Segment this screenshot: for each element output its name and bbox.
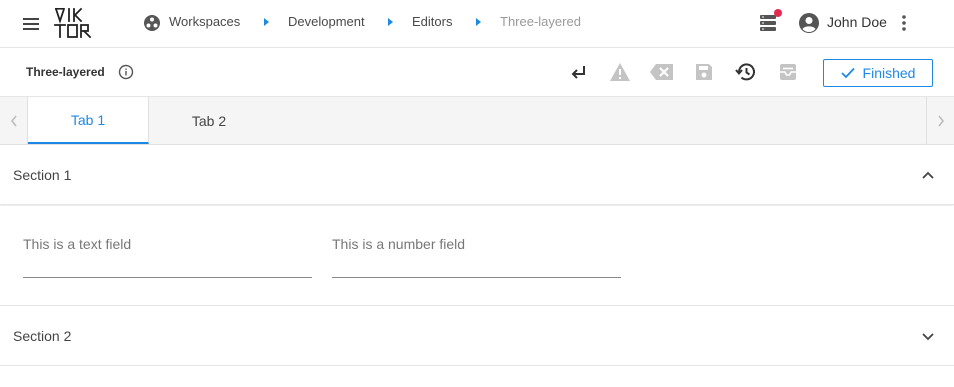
breadcrumb-separator-icon (388, 18, 393, 26)
section-2-header[interactable]: Section 2 (0, 306, 954, 366)
more-vert-icon[interactable] (896, 13, 912, 33)
menu-icon[interactable] (21, 14, 41, 34)
check-icon (840, 67, 855, 79)
chevron-down-icon (922, 333, 934, 341)
return-icon (571, 66, 585, 79)
tab-1-label: Tab 1 (70, 111, 106, 128)
tab-2[interactable]: Tab 2 (149, 97, 269, 144)
warnings-button[interactable] (607, 60, 633, 84)
save-icon (696, 64, 712, 80)
discard-button[interactable] (649, 60, 675, 84)
viktor-logo[interactable] (54, 7, 96, 39)
breadcrumb-separator-icon (476, 18, 481, 26)
section-1-title: Section 1 (13, 167, 72, 183)
number-field-input[interactable] (332, 248, 621, 278)
finished-label: Finished (862, 65, 916, 81)
breadcrumb-current: Three-layered (500, 14, 581, 29)
chevron-up-icon (922, 171, 934, 179)
user-name[interactable]: John Doe (827, 14, 887, 30)
text-field[interactable]: This is a text field (23, 220, 312, 278)
breadcrumb-workspaces[interactable]: Workspaces (169, 14, 240, 30)
chevron-left-icon (10, 115, 17, 126)
breadcrumb-editors[interactable]: Editors (412, 14, 452, 30)
history-icon (735, 63, 755, 81)
breadcrumb-separator-icon (264, 18, 269, 26)
top-bar: Workspaces Development Editors Three-lay… (0, 0, 954, 48)
notification-badge (774, 9, 782, 17)
tab-scroll-left[interactable] (0, 97, 28, 144)
info-icon[interactable] (118, 64, 134, 80)
inbox-button[interactable] (775, 60, 801, 84)
tab-scroll-right[interactable] (926, 97, 954, 144)
editor-toolbar: Three-layered Finished (0, 48, 954, 97)
text-field-input[interactable] (23, 248, 312, 278)
tab-1[interactable]: Tab 1 (28, 97, 149, 144)
inbox-icon (780, 64, 796, 80)
entity-title: Three-layered (26, 65, 105, 79)
return-button[interactable] (566, 60, 592, 84)
section-1-header[interactable]: Section 1 (0, 145, 954, 205)
workspaces-icon (144, 15, 160, 31)
account-circle-icon[interactable] (798, 12, 820, 34)
tab-2-label: Tab 2 (191, 112, 227, 129)
history-button[interactable] (733, 60, 759, 84)
chevron-right-icon (937, 115, 944, 126)
section-2-title: Section 2 (13, 328, 72, 344)
tab-bar: Tab 1 Tab 2 (0, 97, 954, 145)
save-button[interactable] (691, 60, 717, 84)
breadcrumb-development[interactable]: Development (288, 14, 365, 30)
finished-button[interactable]: Finished (823, 59, 933, 87)
number-field[interactable]: This is a number field (332, 220, 621, 278)
warning-icon (610, 63, 630, 81)
backspace-icon (650, 64, 673, 80)
section-1-body: This is a text field This is a number fi… (0, 206, 954, 306)
